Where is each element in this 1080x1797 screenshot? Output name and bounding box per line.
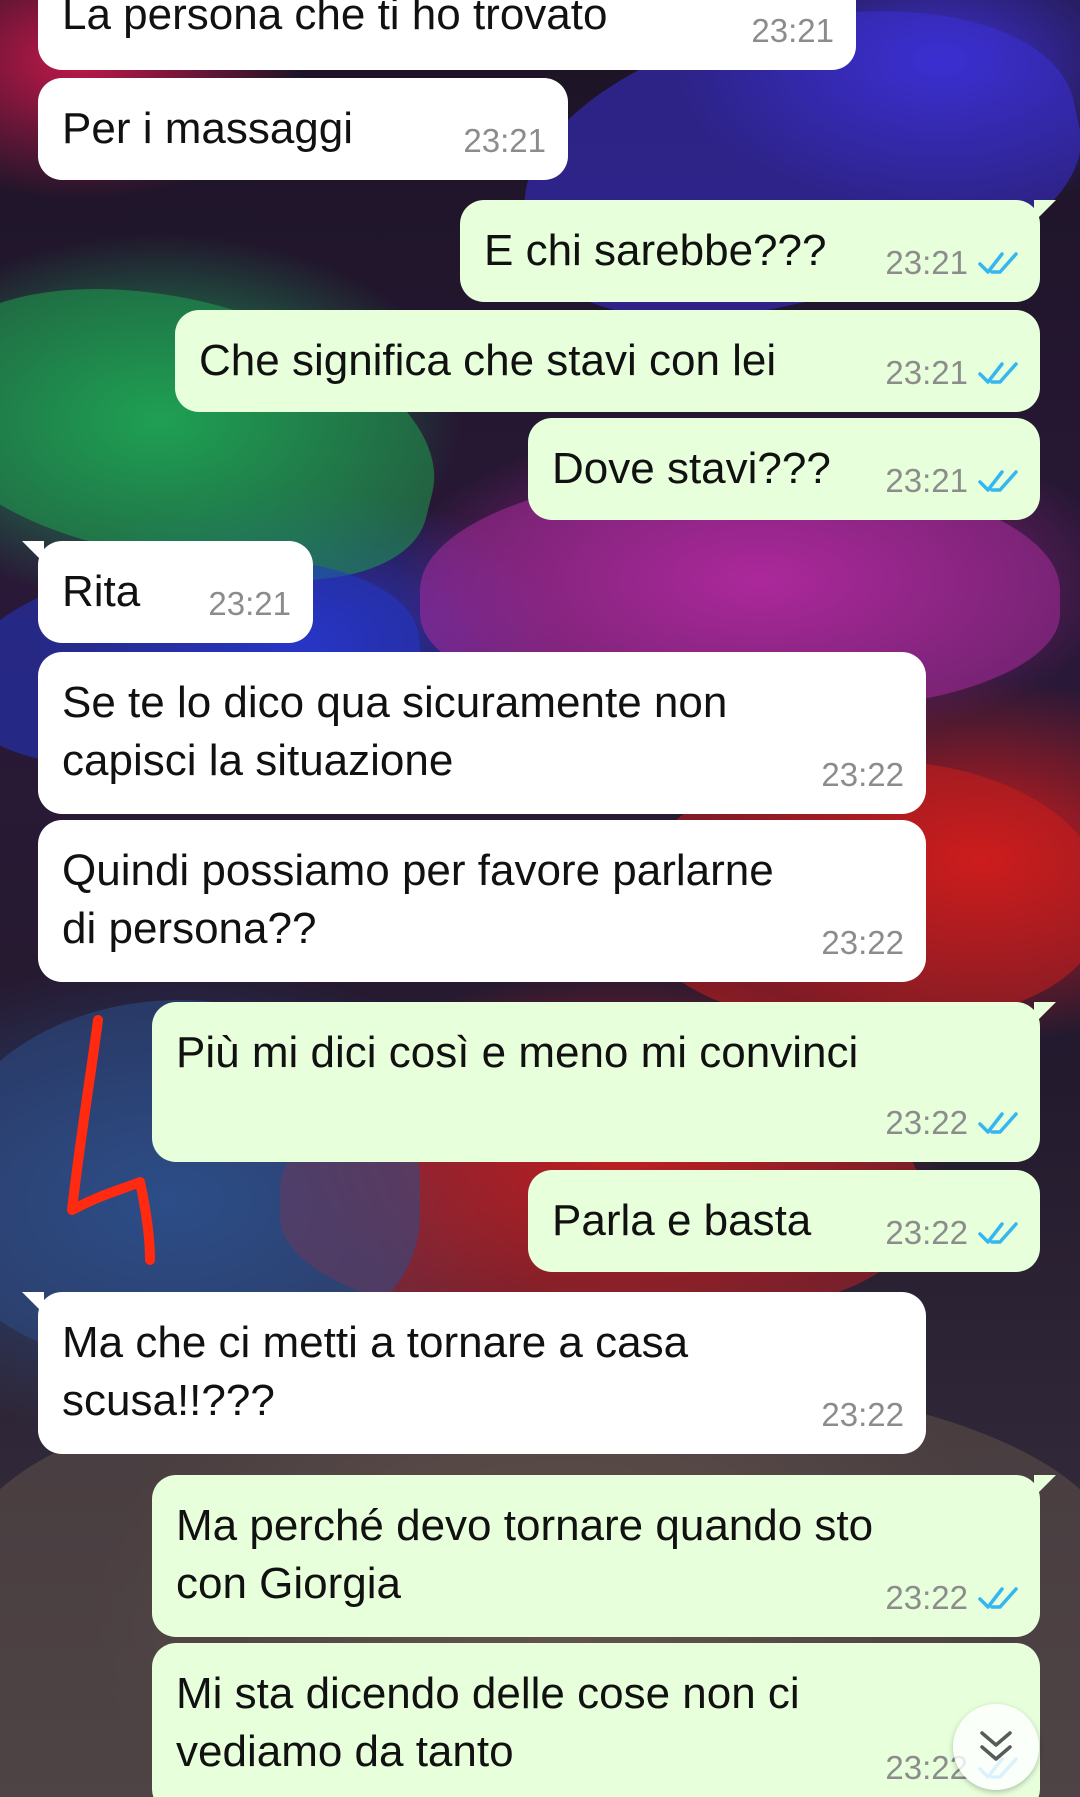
message-time: 23:22 bbox=[821, 1396, 904, 1433]
scroll-to-bottom-button[interactable] bbox=[953, 1704, 1039, 1790]
message-meta: 23:21 bbox=[885, 344, 1018, 402]
message-text: Se te lo dico qua sicuramente non capisc… bbox=[62, 678, 728, 785]
message-bubble-incoming[interactable]: Se te lo dico qua sicuramente non capisc… bbox=[38, 652, 926, 814]
read-double-check-icon bbox=[978, 1587, 1018, 1609]
message-time: 23:22 bbox=[821, 756, 904, 793]
message-meta: 23:21 bbox=[885, 234, 1018, 292]
message-text: Quindi possiamo per favore parlarne di p… bbox=[62, 846, 774, 953]
message-meta: 23:22 bbox=[885, 1094, 1018, 1152]
message-text: Più mi dici così e meno mi convinci bbox=[176, 1028, 859, 1077]
double-chevron-down-icon bbox=[980, 1731, 1012, 1761]
message-bubble-incoming[interactable]: Rita 23:21 bbox=[22, 541, 313, 643]
message-bubble-outgoing[interactable]: E chi sarebbe??? 23:21 bbox=[460, 200, 1056, 302]
message-time: 23:22 bbox=[885, 1214, 968, 1251]
message-time: 23:22 bbox=[821, 924, 904, 961]
message-bubble-incoming[interactable]: Quindi possiamo per favore parlarne di p… bbox=[38, 820, 926, 982]
message-time: 23:21 bbox=[885, 462, 968, 499]
message-meta: 23:22 bbox=[821, 1386, 904, 1444]
message-time: 23:21 bbox=[463, 122, 546, 159]
message-meta: 23:21 bbox=[208, 575, 291, 633]
message-bubble-incoming[interactable]: La persona che ti ho trovato 23:21 bbox=[38, 0, 856, 70]
message-text: La persona che ti ho trovato bbox=[62, 0, 608, 39]
message-bubble-outgoing[interactable]: Dove stavi??? 23:21 bbox=[528, 418, 1040, 520]
message-time: 23:21 bbox=[885, 244, 968, 281]
message-meta: 23:21 bbox=[463, 112, 546, 170]
message-bubble-outgoing[interactable]: Che significa che stavi con lei 23:21 bbox=[175, 310, 1040, 412]
message-meta: 23:22 bbox=[885, 1204, 1018, 1262]
message-time: 23:21 bbox=[885, 354, 968, 391]
read-double-check-icon bbox=[978, 362, 1018, 384]
message-bubble-outgoing[interactable]: Parla e basta 23:22 bbox=[528, 1170, 1040, 1272]
message-meta: 23:22 bbox=[821, 746, 904, 804]
message-time: 23:22 bbox=[885, 1104, 968, 1141]
message-meta: 23:21 bbox=[751, 2, 834, 60]
read-double-check-icon bbox=[978, 252, 1018, 274]
message-bubble-incoming[interactable]: Ma che ci metti a tornare a casa scusa!!… bbox=[22, 1292, 926, 1454]
message-meta: 23:22 bbox=[821, 914, 904, 972]
read-double-check-icon bbox=[978, 1112, 1018, 1134]
message-bubble-outgoing[interactable]: Mi sta dicendo delle cose non ci vediamo… bbox=[152, 1643, 1040, 1797]
chat-screen: La persona che ti ho trovato 23:21 Per i… bbox=[0, 0, 1080, 1797]
message-text: Ma che ci metti a tornare a casa scusa!!… bbox=[62, 1318, 689, 1425]
red-hand-drawn-arrow bbox=[67, 1015, 155, 1265]
message-time: 23:22 bbox=[885, 1579, 968, 1616]
message-bubble-outgoing[interactable]: Ma perché devo tornare quando sto con Gi… bbox=[152, 1475, 1056, 1637]
message-meta: 23:21 bbox=[885, 452, 1018, 510]
message-time: 23:21 bbox=[751, 12, 834, 49]
message-bubble-incoming[interactable]: Per i massaggi 23:21 bbox=[38, 78, 568, 180]
message-meta: 23:22 bbox=[885, 1569, 1018, 1627]
message-bubble-outgoing[interactable]: Più mi dici così e meno mi convinci 23:2… bbox=[152, 1002, 1056, 1162]
read-double-check-icon bbox=[978, 470, 1018, 492]
message-time: 23:21 bbox=[208, 585, 291, 622]
read-double-check-icon bbox=[978, 1222, 1018, 1244]
